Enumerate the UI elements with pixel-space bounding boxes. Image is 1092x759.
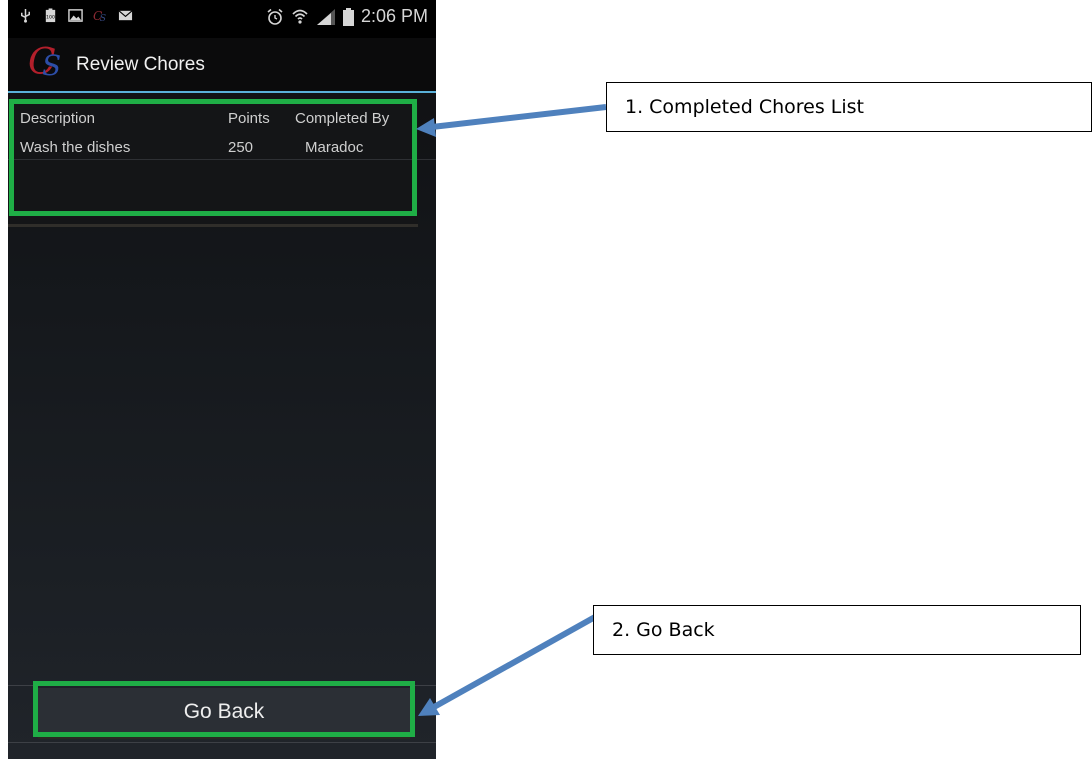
- arrow-2-shaft: [432, 614, 597, 710]
- arrow-1-head: [416, 118, 436, 137]
- arrow-1-shaft: [431, 104, 607, 130]
- callout-completed-chores-list: 1. Completed Chores List: [606, 82, 1092, 132]
- callout-go-back: 2. Go Back: [593, 605, 1081, 655]
